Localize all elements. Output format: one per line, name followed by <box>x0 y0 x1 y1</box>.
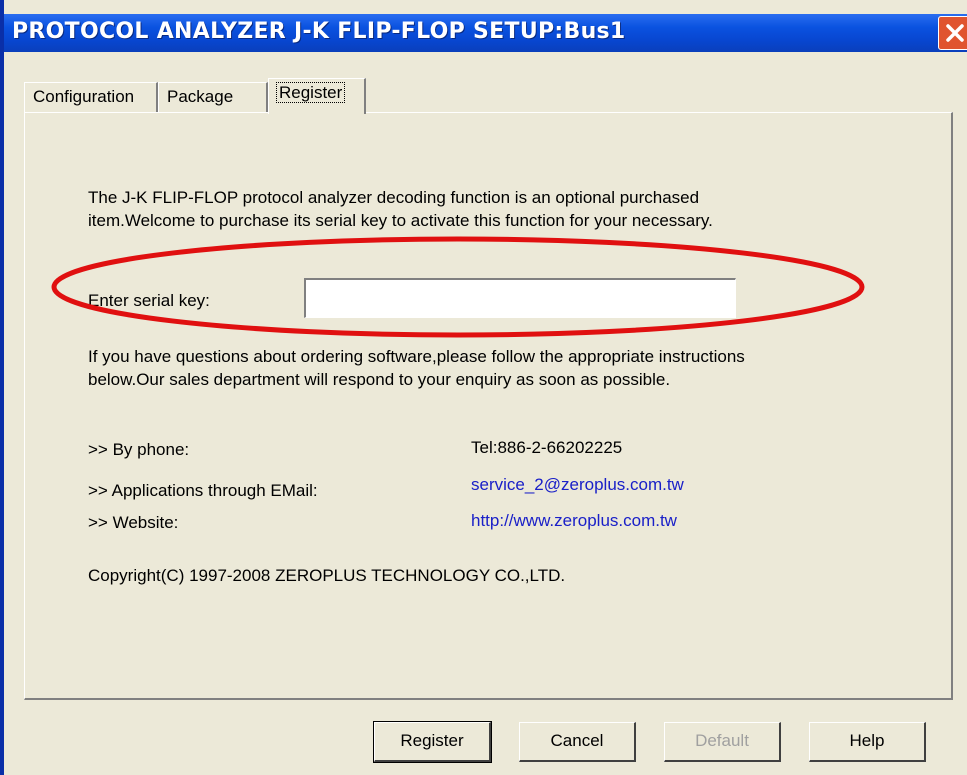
tab-configuration[interactable]: Configuration <box>24 82 158 112</box>
intro-text-line1: The J-K FLIP-FLOP protocol analyzer deco… <box>88 188 700 207</box>
website-link[interactable]: http://www.zeroplus.com.tw <box>471 510 677 532</box>
tab-label: Register <box>275 82 346 103</box>
questions-text-line1: If you have questions about ordering sof… <box>88 347 745 366</box>
tab-label: Package <box>167 87 234 106</box>
email-link[interactable]: service_2@zeroplus.com.tw <box>471 474 684 496</box>
tab-label: Configuration <box>33 87 135 106</box>
help-button[interactable]: Help <box>809 722 926 762</box>
contact-email-label: >> Applications through EMail: <box>88 481 318 500</box>
close-icon <box>946 24 964 42</box>
questions-text-line2: below.Our sales department will respond … <box>88 370 671 389</box>
register-button[interactable]: Register <box>373 721 492 763</box>
highlight-ellipse <box>51 236 865 338</box>
contact-phone-label: >> By phone: <box>88 440 190 459</box>
contact-phone-value: Tel:886-2-66202225 <box>471 438 623 457</box>
close-button[interactable] <box>938 16 967 50</box>
contact-website-label: >> Website: <box>88 513 179 532</box>
dialog-window: PROTOCOL ANALYZER J-K FLIP-FLOP SETUP:Bu… <box>0 0 967 775</box>
copyright-text: Copyright(C) 1997-2008 ZEROPLUS TECHNOLO… <box>88 566 566 585</box>
intro-text-line2: item.Welcome to purchase its serial key … <box>88 211 713 230</box>
window-title: PROTOCOL ANALYZER J-K FLIP-FLOP SETUP:Bu… <box>12 19 626 44</box>
default-button[interactable]: Default <box>664 722 781 762</box>
title-bar[interactable]: PROTOCOL ANALYZER J-K FLIP-FLOP SETUP:Bu… <box>4 14 967 52</box>
cancel-button[interactable]: Cancel <box>519 722 636 762</box>
tab-package[interactable]: Package <box>158 82 268 112</box>
tab-register[interactable]: Register <box>268 78 366 114</box>
